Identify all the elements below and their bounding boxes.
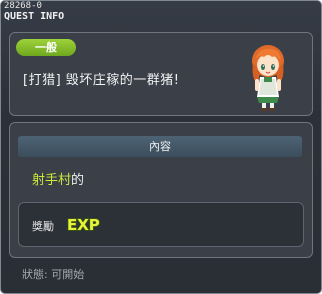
- category-badge: 一般: [16, 39, 76, 56]
- quest-status: 狀態: 可開始: [22, 268, 85, 281]
- quest-description: 射手村的: [32, 169, 84, 188]
- description-suffix: 的: [71, 173, 85, 188]
- quest-info-window: 28268-0 QUEST INFO 一般 [打猎] 毁坏庄稼的一群猪! 內容 …: [0, 0, 322, 294]
- quest-summary-panel: 一般 [打猎] 毁坏庄稼的一群猪!: [9, 32, 313, 116]
- npc-portrait-icon: [252, 45, 284, 111]
- window-title: QUEST INFO: [4, 11, 65, 22]
- reward-box: 獎勵 EXP: [18, 202, 304, 247]
- quest-name: [打猎] 毁坏庄稼的一群猪!: [23, 73, 180, 88]
- quest-detail-panel: 內容 射手村的 獎勵 EXP: [9, 122, 313, 258]
- quest-id: 28268-0: [4, 1, 42, 11]
- content-header: 內容: [18, 136, 302, 157]
- reward-label: 獎勵: [32, 220, 54, 233]
- exp-icon: EXP: [66, 215, 100, 233]
- location-highlight: 射手村: [32, 173, 72, 188]
- exp-icon-text: EXP: [67, 216, 100, 233]
